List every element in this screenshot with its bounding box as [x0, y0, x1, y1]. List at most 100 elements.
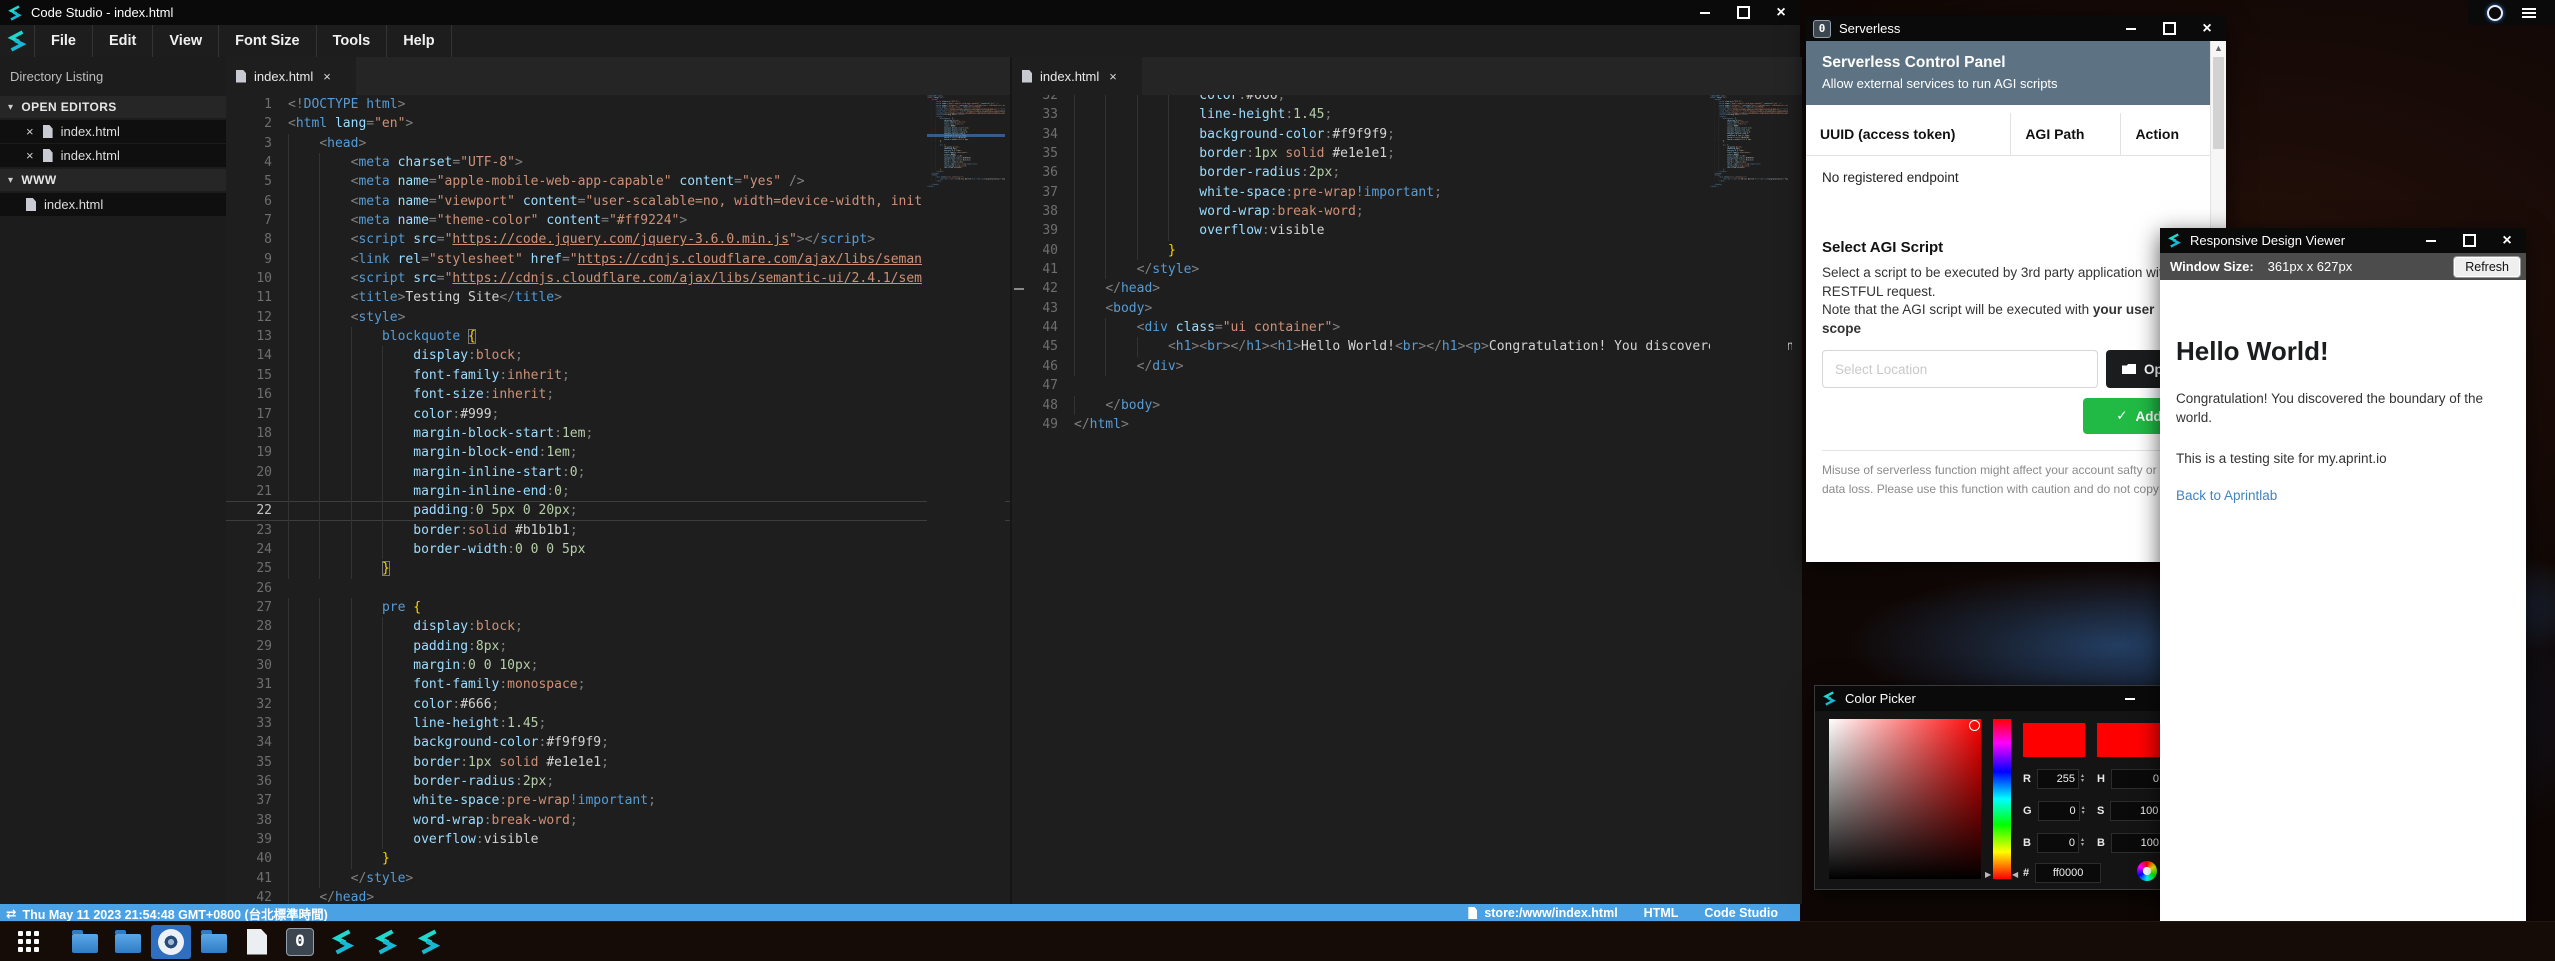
code-line-2[interactable]: 2<html lang="en">	[226, 114, 1010, 133]
code-line-20[interactable]: 20 margin-inline-start:0;	[226, 463, 1010, 482]
code-line-4[interactable]: 4 <meta charset="UTF-8">	[226, 153, 1010, 172]
code-line-12[interactable]: 12 <style>	[226, 308, 1010, 327]
code-line-35[interactable]: 35 border:1px solid #e1e1e1;	[226, 753, 1010, 772]
title-bar[interactable]: 0 Serverless ×	[1806, 16, 2226, 41]
code-line-27[interactable]: 27 pre {	[226, 598, 1010, 617]
tab-close-icon[interactable]: ×	[323, 69, 331, 84]
code-line-36[interactable]: 36 border-radius:2px;	[226, 772, 1010, 791]
code-line-41[interactable]: 41 </style>	[226, 869, 1010, 888]
sync-icon[interactable]: ⇄	[6, 906, 16, 921]
taskbar-disc-active-icon[interactable]	[151, 925, 191, 959]
code-line-30[interactable]: 30 margin:0 0 10px;	[226, 656, 1010, 675]
menu-view[interactable]: View	[152, 25, 218, 57]
minimize-button[interactable]	[2412, 228, 2450, 253]
title-bar[interactable]: Code Studio - index.html ×	[0, 0, 1800, 25]
code-line-37[interactable]: 37 white-space:pre-wrap!important;	[226, 791, 1010, 810]
r-stepper[interactable]: ▴▾	[2081, 774, 2084, 784]
tab-index-html[interactable]: index.html ×	[1012, 57, 1142, 95]
sidebar-item-index.html[interactable]: ×index.html	[0, 120, 226, 143]
code-line-39[interactable]: 39 overflow:visible	[1012, 221, 1802, 240]
saturation-picker[interactable]	[1829, 719, 1981, 879]
minimap[interactable]: <!DOCTYPE html><html lang="en"> <head> <…	[927, 95, 1005, 904]
code-line-43[interactable]: 43 <body>	[1012, 299, 1802, 318]
code-line-44[interactable]: 44 <div class="ui container">	[1012, 318, 1802, 337]
code-editor[interactable]: 1<!DOCTYPE html>2<html lang="en">3 <head…	[226, 95, 1010, 904]
code-line-42[interactable]: 42 </head>	[226, 888, 1010, 904]
code-line-32[interactable]: 32 color:#666;	[226, 695, 1010, 714]
code-line-35[interactable]: 35 border:1px solid #e1e1e1;	[1012, 144, 1802, 163]
g-stepper[interactable]: ▴▾	[2082, 806, 2085, 816]
code-line-9[interactable]: 9 <link rel="stylesheet" href="https://c…	[226, 250, 1010, 269]
code-line-34[interactable]: 34 background-color:#f9f9f9;	[226, 733, 1010, 752]
code-line-15[interactable]: 15 font-family:inherit;	[226, 366, 1010, 385]
code-line-3[interactable]: 3 <head>	[226, 134, 1010, 153]
taskbar-code-studio-logo-icon[interactable]	[323, 925, 363, 959]
close-button[interactable]: ×	[1762, 0, 1800, 25]
code-line-21[interactable]: 21 margin-inline-end:0;	[226, 482, 1010, 501]
code-line-46[interactable]: 46 </div>	[1012, 357, 1802, 376]
scroll-up-icon[interactable]: ▲	[2211, 41, 2226, 56]
location-input[interactable]	[1822, 350, 2098, 388]
code-line-10[interactable]: 10 <script src="https://cdnjs.cloudflare…	[226, 269, 1010, 288]
code-line-37[interactable]: 37 white-space:pre-wrap!important;	[1012, 183, 1802, 202]
code-line-38[interactable]: 38 word-wrap:break-word;	[226, 811, 1010, 830]
refresh-button[interactable]: Refresh	[2454, 257, 2520, 277]
hex-input[interactable]	[2035, 863, 2101, 883]
hue-marker-left[interactable]: ▶	[1985, 871, 1991, 879]
tab-close-icon[interactable]: ×	[1109, 69, 1117, 84]
taskbar-app-grid-icon[interactable]	[8, 925, 48, 959]
taskbar-folder-icon[interactable]	[194, 925, 234, 959]
minimize-button[interactable]	[1686, 0, 1724, 25]
taskbar-folder-icon[interactable]	[108, 925, 148, 959]
code-line-42[interactable]: 42 </head>	[1012, 279, 1802, 298]
minimize-button[interactable]	[2111, 686, 2149, 711]
color-wheel-icon[interactable]	[2137, 861, 2157, 881]
status-language[interactable]: HTML	[1644, 906, 1679, 920]
code-line-28[interactable]: 28 display:block;	[226, 617, 1010, 636]
taskbar-code-studio-logo-icon[interactable]	[366, 925, 406, 959]
restore-button[interactable]	[1724, 0, 1762, 25]
r-input[interactable]	[2037, 769, 2079, 789]
code-line-7[interactable]: 7 <meta name="theme-color" content="#ff9…	[226, 211, 1010, 230]
code-line-16[interactable]: 16 font-size:inherit;	[226, 385, 1010, 404]
minimize-button[interactable]	[2112, 16, 2150, 41]
code-line-41[interactable]: 41 </style>	[1012, 260, 1802, 279]
g-input[interactable]	[2038, 801, 2080, 821]
fold-marker[interactable]	[1014, 288, 1024, 290]
code-line-19[interactable]: 19 margin-block-end:1em;	[226, 443, 1010, 462]
code-editor[interactable]: 32 color:#666;33 line-height:1.45;34 bac…	[1012, 95, 1802, 904]
code-line-25[interactable]: 25 }	[226, 559, 1010, 578]
code-line-6[interactable]: 6 <meta name="viewport" content="user-sc…	[226, 192, 1010, 211]
menu-tools[interactable]: Tools	[316, 25, 387, 57]
sidebar-section-open-editors[interactable]: ▾OPEN EDITORS	[0, 96, 226, 118]
taskbar-code-studio-logo-icon[interactable]	[409, 925, 449, 959]
menu-edit[interactable]: Edit	[92, 25, 152, 57]
title-bar[interactable]: Responsive Design Viewer ×	[2160, 228, 2526, 253]
close-button[interactable]: ×	[2188, 16, 2226, 41]
code-line-24[interactable]: 24 border-width:0 0 0 5px	[226, 540, 1010, 559]
taskbar-serverless-zero-icon[interactable]: 0	[280, 925, 320, 959]
scroll-thumb[interactable]	[2213, 57, 2224, 149]
maximize-button[interactable]	[2150, 16, 2188, 41]
hue-slider[interactable]	[1993, 719, 2011, 879]
code-line-48[interactable]: 48 </body>	[1012, 396, 1802, 415]
code-line-33[interactable]: 33 line-height:1.45;	[226, 714, 1010, 733]
code-line-13[interactable]: 13 blockquote {	[226, 327, 1010, 346]
menu-file[interactable]: File	[34, 25, 92, 57]
code-line-5[interactable]: 5 <meta name="apple-mobile-web-app-capab…	[226, 172, 1010, 191]
sidebar-section-www[interactable]: ▾WWW	[0, 169, 226, 191]
code-line-38[interactable]: 38 word-wrap:break-word;	[1012, 202, 1802, 221]
b-stepper[interactable]: ▴▾	[2081, 838, 2084, 848]
code-line-22[interactable]: 22 padding:0 5px 0 20px;	[226, 501, 1010, 520]
code-line-45[interactable]: 45 <h1><br></h1><h1>Hello World!<br></h1…	[1012, 337, 1802, 356]
code-line-11[interactable]: 11 <title>Testing Site</title>	[226, 288, 1010, 307]
taskbar-folder-icon[interactable]	[65, 925, 105, 959]
close-icon[interactable]: ×	[26, 125, 34, 138]
h-input[interactable]	[2111, 769, 2163, 789]
code-line-23[interactable]: 23 border:solid #b1b1b1;	[226, 521, 1010, 540]
maximize-button[interactable]	[2450, 228, 2488, 253]
code-line-29[interactable]: 29 padding:8px;	[226, 637, 1010, 656]
minimap[interactable]: <!DOCTYPE html><html lang="en"> <head> <…	[1710, 95, 1788, 904]
code-line-39[interactable]: 39 overflow:visible	[226, 830, 1010, 849]
s-input[interactable]	[2110, 801, 2162, 821]
